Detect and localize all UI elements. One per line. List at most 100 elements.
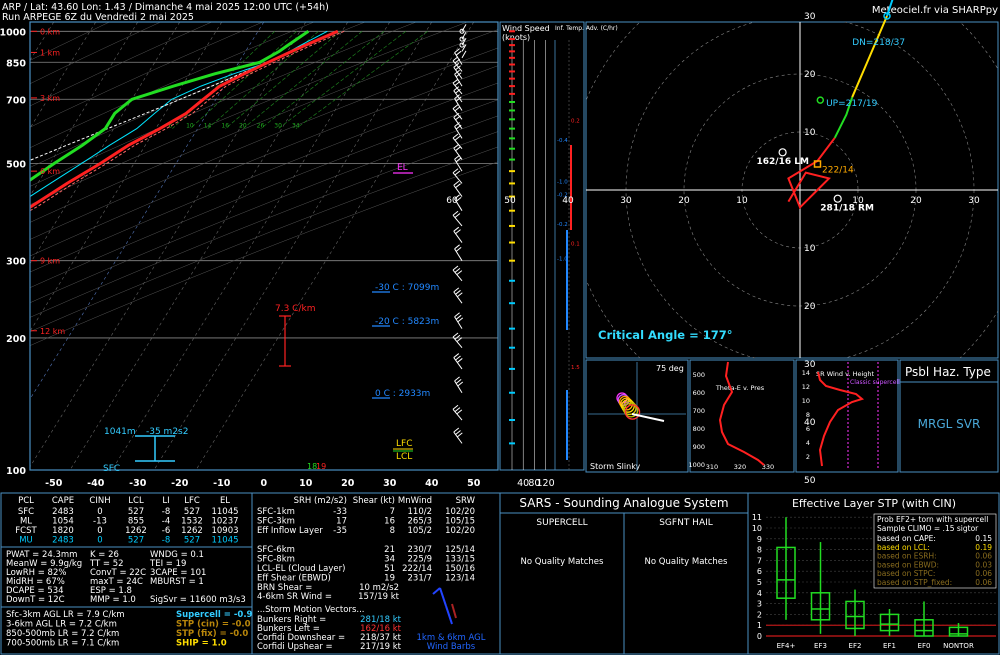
hodo-tick-south: 10 (804, 244, 816, 254)
wind-barb (454, 380, 463, 394)
height-label: 0 km (40, 27, 60, 36)
thetae-p-tick: 1000 (688, 461, 705, 469)
stp-category: EF4+ (777, 642, 796, 650)
parcel-cell: 2483 (52, 536, 74, 546)
parcel-cell: -8 (162, 507, 170, 517)
right-mover-marker (833, 194, 842, 203)
kinematic-cell: 231/7 (408, 574, 433, 584)
temp-tick-label: -10 (213, 478, 231, 489)
kinematic-cell: 8 (390, 526, 395, 536)
parcel-cell: FCST (15, 526, 37, 536)
srwind-classic-label: Classic supercell (850, 379, 900, 386)
inset-panels: 75 deg Storm Slinky Theta-E v. Pres 500 6… (585, 359, 999, 473)
parcel-cell: 1262 (125, 526, 147, 536)
index-value: DownT = 12C (6, 595, 65, 605)
wind-barb-flag (455, 355, 461, 361)
parcel-cell: 527 (128, 507, 144, 517)
parcel-cell: 0 (97, 526, 102, 536)
stp-legend-value: 0.06 (975, 578, 992, 587)
slinky-title: Storm Slinky (590, 462, 641, 471)
srwind-h-tick: 8 (806, 411, 810, 419)
isotherm-line (153, 22, 433, 470)
wind-barb-flag (453, 427, 460, 433)
wind-barb-flag (455, 50, 462, 56)
wind-barb (454, 316, 463, 329)
lapse-rate-value: Sfc-3km AGL LR = 7.9 C/km (6, 610, 125, 620)
wind-barb-flag (456, 432, 463, 438)
stp-category: EF3 (814, 642, 827, 650)
parcel-cell: -4 (162, 517, 170, 527)
wind-barb-flag (452, 210, 459, 216)
hodograph-ring (586, 22, 998, 358)
height-label: 3 km (40, 94, 60, 103)
slinky-angle: 75 deg (656, 364, 684, 373)
kinematic-cell: -35 (333, 526, 347, 536)
srwind-h-tick: 6 (806, 425, 810, 433)
srwind-h-tick: 12 (802, 383, 810, 391)
stp-y-tick: 6 (757, 567, 762, 576)
thetae-t-tick: 310 (706, 463, 718, 471)
stp-y-tick: 10 (752, 524, 762, 533)
index-value: MBURST = 1 (150, 577, 204, 587)
lapse-rate-value: 850-500mb LR = 7.2 C/km (6, 629, 119, 639)
kinematic-cell: 21 (384, 545, 395, 555)
parcel-header: CINH (89, 496, 110, 506)
wind-barb-flag (455, 229, 461, 235)
temp-tick-label: 0 (260, 478, 267, 489)
hazard-value: MRGL SVR (918, 417, 981, 431)
mixing-ratio-line (172, 31, 276, 129)
temp-tick-label: 20 (341, 478, 355, 489)
wind-barb-flag (453, 353, 460, 358)
parcel-cell: ML (20, 517, 32, 527)
lfc-label: LFC (396, 439, 412, 449)
wind-barb (453, 184, 463, 197)
wind-barb-flag (457, 317, 464, 323)
left-mover-marker (778, 148, 787, 157)
composite-index: STP (cin) = -0.0 (176, 620, 251, 630)
pressure-tick-label: 200 (6, 334, 26, 345)
kinematic-cell: 34 (384, 555, 395, 565)
wind-barb-flag (456, 409, 463, 415)
wind-barb (454, 126, 463, 139)
height-label: 9 km (40, 257, 60, 266)
parcel-cell: 1054 (52, 517, 74, 527)
isotherm-line (0, 22, 12, 470)
index-value: SigSvr = 11600 m3/s3 (150, 595, 246, 605)
kinematic-cell: 51 (384, 564, 395, 574)
composite-index: STP (fix) = -0.0 (176, 629, 248, 639)
wind-barb-flag (452, 168, 459, 174)
mixing-ratio-line (295, 31, 428, 129)
temp-tick-label: 40 (425, 478, 439, 489)
kinematic-header: Shear (kt) (353, 496, 395, 506)
eff-inflow-top-label: 1041m (104, 427, 136, 437)
stp-y-tick: 5 (757, 578, 762, 587)
downshear-label: DN=218/37 (852, 38, 905, 48)
stp-legend-label: based on STP_fixed: (877, 578, 952, 587)
wind-speed-panel: Wind Speed (knots) Inf. Temp. Adv. (C/hr… (499, 21, 618, 489)
kinematic-row-label: SFC-6km (257, 545, 295, 555)
parcel-header: CAPE (52, 496, 74, 506)
wind-barb-flag (455, 289, 461, 295)
dry-adiabat (30, 29, 498, 223)
temp-tick-label: 10 (299, 478, 313, 489)
mixing-ratio-line (278, 31, 407, 129)
temp-advection-value: 1.5 (571, 365, 580, 371)
dry-adiabat (30, 22, 263, 128)
dry-adiabat (30, 115, 498, 304)
wind-barb-flag (455, 379, 462, 384)
wind-barb-flag (454, 407, 461, 412)
stp-legend-value: 0.15 (975, 534, 992, 543)
stp-legend-label: based on STPC: (877, 569, 935, 578)
kinematic-row-label: SFC-8km (257, 555, 295, 565)
pressure-tick-label: 1000 (0, 27, 26, 38)
sars-supercell-matches: No Quality Matches (521, 557, 605, 567)
wind-barb-flag (455, 115, 461, 121)
stp-legend-value: 0.19 (975, 543, 992, 552)
mixing-ratio-tick: 16 (221, 123, 229, 130)
stp-legend-value: 0.03 (975, 560, 992, 569)
el-label: EL (397, 163, 408, 173)
storm-motion-label: Corfidi Upshear = (257, 642, 333, 652)
stp-title: Effective Layer STP (with CIN) (792, 497, 956, 510)
wind-barb-flag (454, 267, 461, 273)
stp-legend-title2: Sample CLIMO = .15 sigtor (877, 524, 979, 533)
